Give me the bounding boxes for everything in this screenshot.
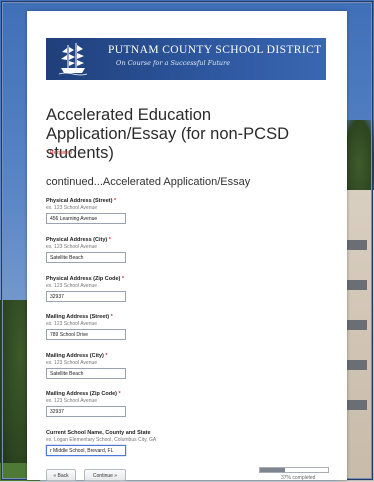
field-hint: ex. Logan Elementary School, Columbus Ci… bbox=[46, 437, 157, 443]
field-label: Physical Address (Street) * bbox=[46, 198, 117, 204]
required-star: * bbox=[121, 276, 125, 282]
mailing-street-input[interactable]: 789 School Drive bbox=[46, 329, 126, 340]
field-physical-city: Physical Address (City) * ex. 123 School… bbox=[46, 237, 286, 263]
form-title: Accelerated Education Application/Essay … bbox=[46, 106, 290, 162]
progress-bar bbox=[259, 467, 329, 473]
district-motto: On Course for a Successful Future bbox=[116, 59, 231, 67]
field-mailing-street: Mailing Address (Street) * ex. 123 Schoo… bbox=[46, 314, 286, 340]
field-label: Mailing Address (City) * bbox=[46, 353, 108, 359]
required-star: * bbox=[110, 314, 113, 320]
physical-city-input[interactable]: Satellite Beach bbox=[46, 252, 126, 263]
section-title: continued...Accelerated Application/Essa… bbox=[46, 176, 251, 188]
back-button[interactable]: « Back bbox=[46, 469, 76, 481]
field-physical-zip: Physical Address (Zip Code) * ex. 123 Sc… bbox=[46, 276, 286, 302]
required-star: * bbox=[118, 391, 121, 397]
form-card: PUTNAM COUNTY SCHOOL DISTRICT On Course … bbox=[27, 11, 347, 481]
ship-logo-icon bbox=[58, 43, 88, 76]
field-mailing-city: Mailing Address (City) * ex. 123 School … bbox=[46, 353, 286, 379]
required-star: * bbox=[113, 198, 117, 204]
field-label: Physical Address (Zip Code) * bbox=[46, 276, 125, 282]
physical-street-input[interactable]: 456 Learning Avenue bbox=[46, 213, 126, 224]
field-hint: ex. 123 School Avenue bbox=[46, 360, 98, 366]
mailing-city-input[interactable]: Satellite Beach bbox=[46, 368, 126, 379]
required-star: * bbox=[108, 237, 111, 243]
field-label: Mailing Address (Street) * bbox=[46, 314, 113, 320]
field-hint: ex. 123 School Avenue bbox=[46, 205, 98, 211]
required-star: * bbox=[105, 353, 108, 359]
field-current-school: Current School Name, County and State ex… bbox=[46, 430, 286, 456]
field-physical-street: Physical Address (Street) * ex. 123 Scho… bbox=[46, 198, 286, 224]
district-name: PUTNAM COUNTY SCHOOL DISTRICT bbox=[108, 44, 322, 56]
continue-button[interactable]: Continue » bbox=[84, 469, 126, 481]
district-banner: PUTNAM COUNTY SCHOOL DISTRICT On Course … bbox=[46, 38, 326, 80]
field-hint: ex. 123 School Avenue bbox=[46, 283, 98, 289]
current-school-input[interactable]: r Middle School, Brevard, FL bbox=[46, 445, 126, 456]
field-hint: ex. 123 School Avenue bbox=[46, 398, 98, 404]
field-label: Current School Name, County and State bbox=[46, 430, 151, 436]
field-mailing-zip: Mailing Address (Zip Code) * ex. 123 Sch… bbox=[46, 391, 286, 417]
physical-zip-input[interactable]: 32937 bbox=[46, 291, 126, 302]
mailing-zip-input[interactable]: 32937 bbox=[46, 406, 126, 417]
progress-fill bbox=[260, 468, 286, 472]
field-hint: ex. 123 School Avenue bbox=[46, 321, 98, 327]
field-label: Physical Address (City) * bbox=[46, 237, 111, 243]
required-note: * Required bbox=[46, 150, 72, 156]
field-hint: ex. 123 School Avenue bbox=[46, 244, 98, 250]
field-label: Mailing Address (Zip Code) * bbox=[46, 391, 121, 397]
progress-text: 37% completed bbox=[281, 475, 316, 481]
